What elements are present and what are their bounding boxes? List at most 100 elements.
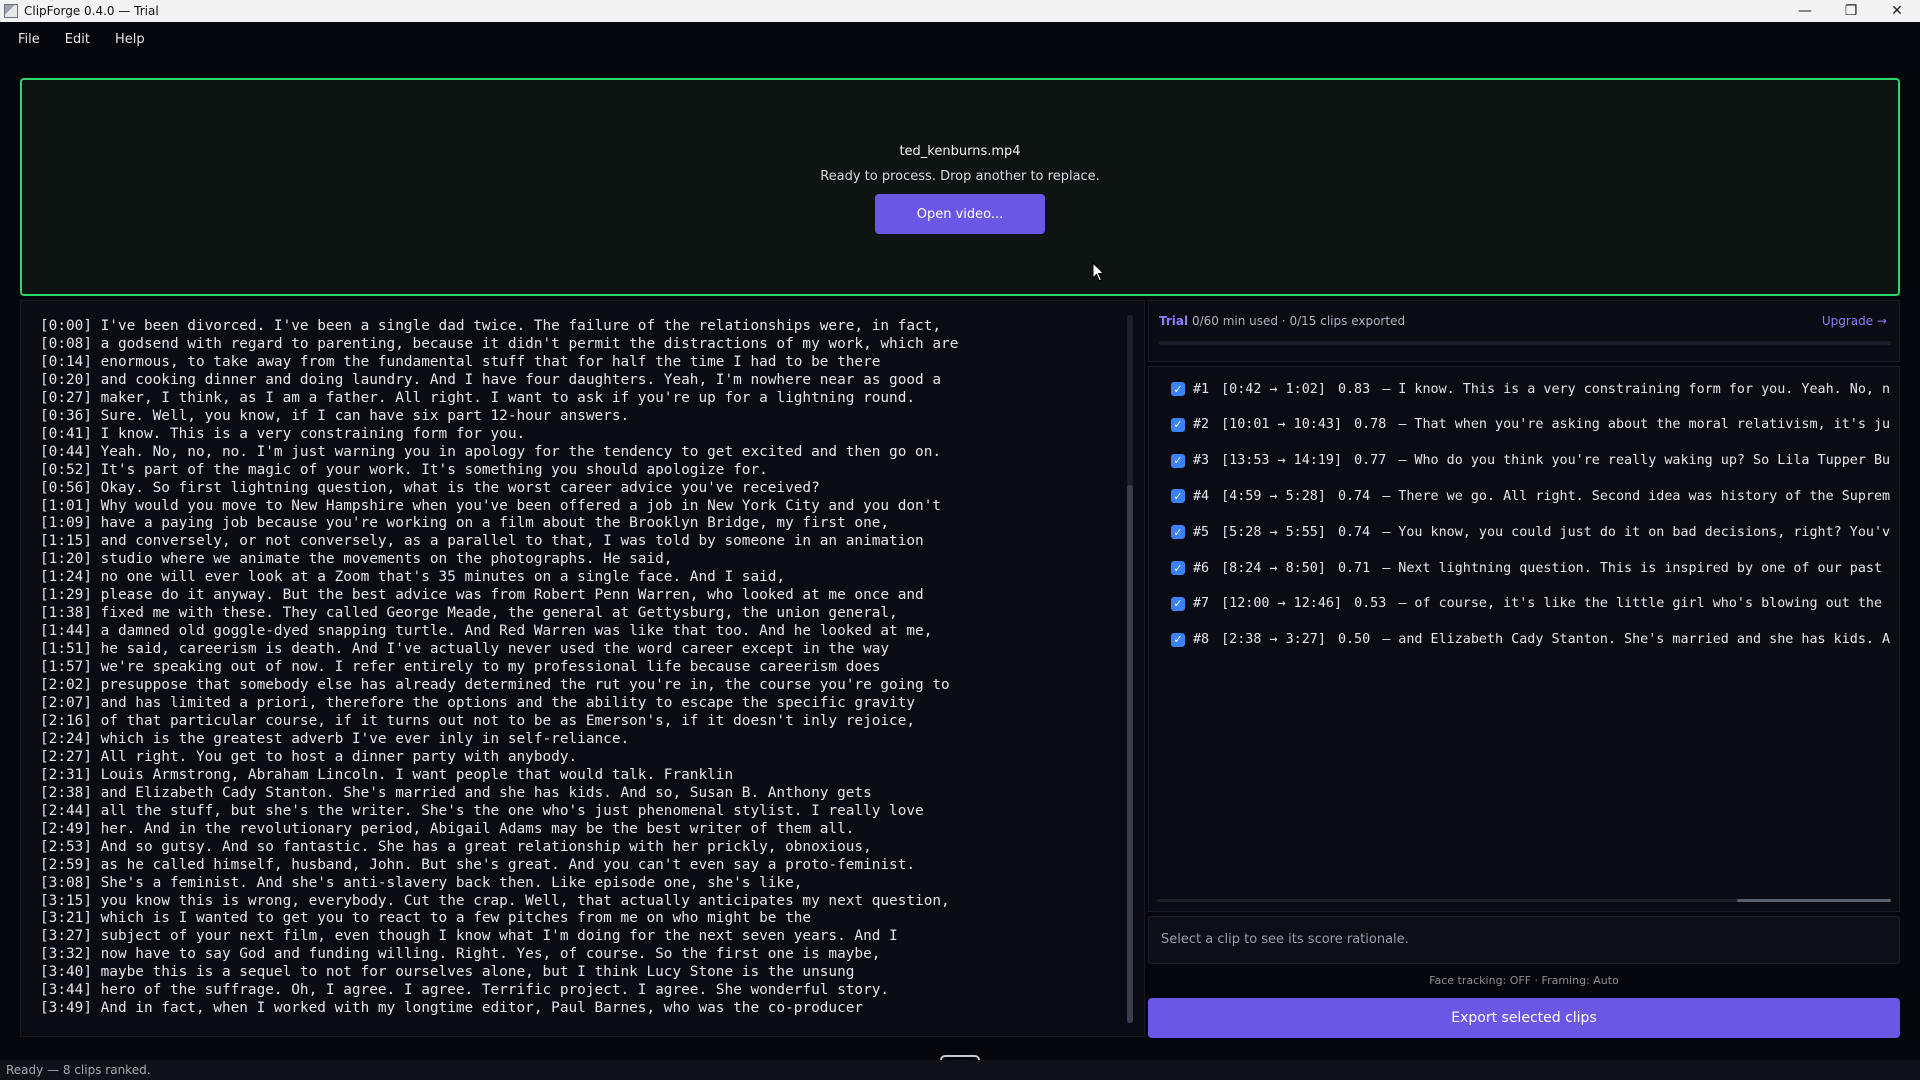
clip-score: 0.74	[1337, 488, 1371, 504]
transcript-line: [2:44] all the stuff, but she's the writ…	[40, 802, 924, 819]
clip-score: 0.74	[1337, 524, 1371, 540]
clip-time-range: [13:53 → 14:19]	[1221, 453, 1343, 469]
transcript-line: [1:24] no one will ever look at a Zoom t…	[40, 569, 786, 586]
clip-checkbox[interactable]: ✓	[1171, 382, 1185, 396]
clip-checkbox[interactable]: ✓	[1171, 417, 1185, 432]
clips-scroll-thumb[interactable]	[1737, 899, 1891, 902]
clip-score: 0.53	[1354, 596, 1387, 612]
close-icon[interactable]: ✕	[1874, 0, 1920, 22]
transcript-panel[interactable]: [0:00] I've been divorced. I've been a s…	[20, 300, 1145, 1037]
transcript-line: [0:00] I've been divorced. I've been a s…	[40, 318, 942, 334]
transcript-line: [3:21] which is I wanted to get you to r…	[40, 910, 812, 927]
rationale-placeholder: Select a clip to see its score rationale…	[1161, 932, 1409, 947]
clip-score: 0.83	[1337, 381, 1371, 397]
title-bar: ClipForge 0.4.0 — Trial — ❐ ✕	[0, 0, 1920, 22]
drop-zone-status: Ready to process. Drop another to replac…	[820, 169, 1100, 184]
transcript-line: [2:27] All right. You get to host a dinn…	[40, 748, 578, 765]
clip-row[interactable]: ✓ #8 [2:38 → 3:27] 0.50 – and Elizabeth Cady…	[1171, 630, 1899, 650]
clip-row[interactable]: ✓ #4 [4:59 → 5:28] 0.74 – There we go. All r…	[1171, 486, 1899, 506]
minimize-icon[interactable]: —	[1782, 0, 1828, 22]
clip-preview-text: – and Elizabeth Cady Stanton. She's marr…	[1382, 632, 1891, 648]
transcript-line: [2:59] as he called himself, husband, Jo…	[40, 856, 916, 873]
clip-row[interactable]: ✓ #1 [0:42 → 1:02] 0.83 – I know. This is a …	[1171, 379, 1899, 399]
transcript-line: [1:44] a damned old goggle-dyed snapping…	[40, 623, 933, 640]
transcript-line: [0:08] a godsend with regard to parentin…	[40, 335, 959, 352]
clip-checkbox[interactable]: ✓	[1171, 489, 1185, 504]
transcript-line: [1:09] have a paying job because you're …	[40, 515, 890, 532]
clip-row[interactable]: ✓ #5 [5:28 → 5:55] 0.74 – You know, you coul…	[1171, 522, 1899, 542]
clip-row[interactable]: ✓ #3 [13:53 → 14:19] 0.77 – Who do you think…	[1171, 451, 1899, 471]
status-text: Ready — 8 clips ranked.	[6, 1063, 151, 1077]
trial-clips-exported: 0/15 clips exported	[1289, 314, 1406, 328]
score-rationale-box: Select a clip to see its score rationale…	[1148, 916, 1900, 964]
clip-time-range: [12:00 → 12:46]	[1221, 596, 1343, 612]
clip-row[interactable]: ✓ #2 [10:01 → 10:43] 0.78 – That when you're…	[1171, 415, 1899, 435]
clip-time-range: [2:38 → 3:27]	[1221, 632, 1326, 648]
clip-rank: #6	[1193, 560, 1210, 576]
trial-usage-progress	[1159, 341, 1891, 345]
transcript-line: [3:49] And in fact, when I worked with m…	[40, 1000, 864, 1017]
transcript-line: [2:38] and Elizabeth Cady Stanton. She's…	[40, 784, 872, 801]
clip-time-range: [0:42 → 1:02]	[1221, 381, 1326, 397]
trial-status-bar: Trial 0/60 min used · 0/15 clips exporte…	[1148, 300, 1900, 362]
app-icon	[4, 4, 18, 18]
transcript-line: [2:53] And so gutsy. And so fantastic. S…	[40, 838, 872, 855]
clip-row[interactable]: ✓ #6 [8:24 → 8:50] 0.71 – Next lightning que…	[1171, 558, 1894, 578]
transcript-line: [1:15] and conversely, or not conversely…	[40, 533, 924, 550]
clip-time-range: [10:01 → 10:43]	[1221, 417, 1343, 433]
transcript-line: [2:49] her. And in the revolutionary per…	[40, 820, 855, 837]
clip-row[interactable]: ✓ #7 [12:00 → 12:46] 0.53 – of course, it's …	[1171, 594, 1894, 614]
clip-rank: #8	[1193, 632, 1210, 648]
clip-score: 0.71	[1337, 560, 1371, 576]
clips-list[interactable]: ✓ #1 [0:42 → 1:02] 0.83 – I know. This is a …	[1148, 366, 1900, 912]
transcript-line: [2:02] presuppose that somebody else has…	[40, 677, 950, 694]
menu-help[interactable]: Help	[107, 32, 162, 47]
transcript-line: [1:57] we're speaking out of now. I refe…	[40, 659, 881, 676]
menu-bar: File Edit Help	[0, 22, 1920, 57]
trial-label: Trial	[1159, 314, 1189, 328]
transcript-line: [2:31] Louis Armstrong, Abraham Lincoln.…	[40, 766, 734, 783]
clips-horizontal-scrollbar[interactable]	[1157, 899, 1891, 902]
transcript-line: [0:20] and cooking dinner and doing laun…	[40, 371, 942, 388]
transcript-line: [1:51] he said, careerism is death. And …	[40, 641, 890, 658]
clip-time-range: [8:24 → 8:50]	[1221, 560, 1326, 576]
clip-preview-text: – Next lightning question. This is inspi…	[1382, 560, 1883, 576]
clip-preview-text: – of course, it's like the little girl w…	[1398, 596, 1883, 612]
transcript-line: [2:24] which is the greatest adverb I've…	[40, 730, 630, 747]
trial-separator: ·	[1281, 314, 1286, 328]
transcript-line: [3:44] hero of the suffrage. Oh, I agree…	[40, 982, 890, 999]
maximize-icon[interactable]: ❐	[1828, 0, 1874, 22]
transcript-line: [0:52] It's part of the magic of your wo…	[40, 461, 768, 478]
clip-rank: #3	[1193, 453, 1210, 469]
clip-preview-text: – You know, you could just do it on bad …	[1382, 524, 1891, 540]
transcript-line: [3:40] maybe this is a sequel to not for…	[40, 964, 855, 981]
face-tracking-status: Face tracking: OFF · Framing: Auto	[1429, 974, 1619, 987]
transcript-line: [0:56] Okay. So first lightning question…	[40, 479, 820, 496]
trial-usage: Trial 0/60 min used · 0/15 clips exporte…	[1159, 314, 1405, 328]
status-bar: Ready — 8 clips ranked.	[0, 1060, 1920, 1080]
window-title: ClipForge 0.4.0 — Trial	[24, 4, 159, 18]
clip-preview-text: – That when you're asking about the mora…	[1398, 417, 1891, 433]
clip-rank: #1	[1193, 381, 1210, 397]
upgrade-link[interactable]: Upgrade →	[1822, 314, 1887, 328]
clip-checkbox[interactable]: ✓	[1171, 453, 1185, 468]
clip-rank: #2	[1193, 417, 1210, 433]
clip-checkbox[interactable]: ✓	[1171, 561, 1185, 575]
window-controls: — ❐ ✕	[1782, 0, 1920, 22]
transcript-scrollbar[interactable]	[1127, 315, 1133, 1023]
clip-checkbox[interactable]: ✓	[1171, 632, 1185, 647]
transcript-line: [0:27] maker, I think, as I am a father.…	[40, 389, 916, 406]
video-drop-zone[interactable]: ted_kenburns.mp4 Ready to process. Drop …	[20, 78, 1900, 296]
clip-rank: #7	[1193, 596, 1210, 612]
clip-rank: #4	[1193, 488, 1210, 504]
open-video-button[interactable]: Open video...	[875, 194, 1045, 234]
clip-preview-text: – I know. This is a very constraining fo…	[1382, 381, 1891, 397]
menu-file[interactable]: File	[10, 32, 57, 47]
transcript-line: [2:07] and has limited a priori, therefo…	[40, 695, 916, 712]
clip-checkbox[interactable]: ✓	[1171, 596, 1185, 611]
transcript-line: [2:16] of that particular course, if it …	[40, 712, 916, 729]
menu-edit[interactable]: Edit	[57, 32, 107, 47]
export-selected-clips-button[interactable]: Export selected clips	[1148, 998, 1900, 1038]
clip-checkbox[interactable]: ✓	[1171, 525, 1185, 540]
transcript-scroll-thumb[interactable]	[1127, 485, 1133, 1023]
